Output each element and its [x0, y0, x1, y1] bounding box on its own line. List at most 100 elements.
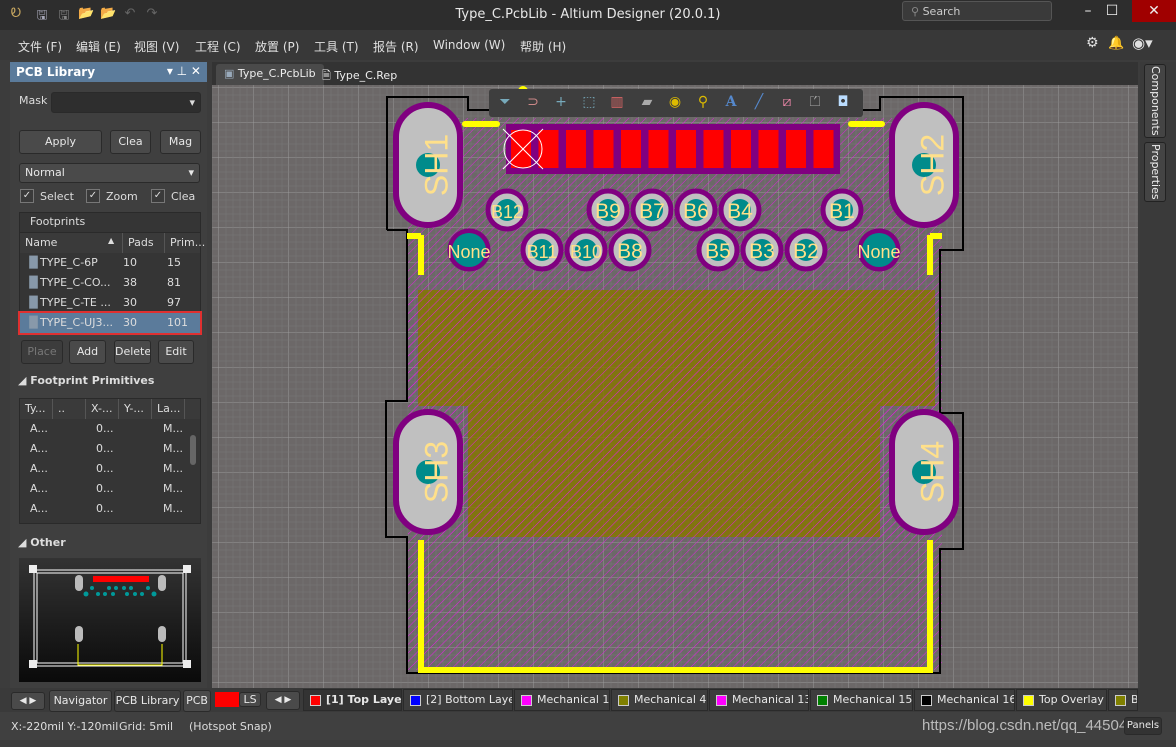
- layer-tab[interactable]: Mechanical 1: [514, 689, 610, 711]
- crosshair-icon[interactable]: +: [551, 94, 571, 112]
- panels-button[interactable]: Panels: [1124, 717, 1162, 735]
- tab-navigator[interactable]: Navigator: [49, 690, 112, 712]
- tab-type-c-pcblib[interactable]: ▣ Type_C.PcbLib: [216, 64, 324, 85]
- align-icon[interactable]: ▥: [607, 94, 627, 112]
- current-layer-color[interactable]: [215, 692, 239, 707]
- col-pads[interactable]: Pads: [123, 233, 165, 253]
- clear-button[interactable]: Clea: [110, 130, 151, 154]
- primitive-row[interactable]: A... 0... M...: [20, 419, 200, 439]
- footprint-pads: 10: [123, 256, 137, 269]
- filter-icon[interactable]: ⏷: [495, 94, 515, 112]
- tab-pcb-library[interactable]: PCB Library: [114, 690, 181, 712]
- layer-tab[interactable]: Mechanical 16: [914, 689, 1015, 711]
- pad-designator: B2: [793, 240, 819, 263]
- col-name[interactable]: ..: [53, 399, 86, 419]
- menu-file[interactable]: 文件 (F): [18, 38, 62, 55]
- pad-designator: SH2: [914, 134, 950, 196]
- menu-help[interactable]: 帮助 (H): [520, 38, 566, 55]
- footprint-row[interactable]: ▐▌ TYPE_C-CO... 38 81: [20, 273, 200, 293]
- menu-tools[interactable]: 工具 (T): [314, 38, 359, 55]
- checkbox[interactable]: ✓: [86, 189, 100, 203]
- magnify-button[interactable]: Mag: [160, 130, 201, 154]
- place-button[interactable]: Place: [21, 340, 63, 364]
- properties-panel-tab[interactable]: Properties: [1144, 142, 1166, 202]
- gear-icon[interactable]: ⚙: [1086, 35, 1099, 51]
- pad-designator: B6: [683, 200, 709, 223]
- pad-icon[interactable]: ◉: [665, 94, 685, 112]
- primitive-row[interactable]: A... 0... M...: [20, 479, 200, 499]
- cell: 0...: [96, 442, 114, 455]
- col-type[interactable]: Ty...: [20, 399, 53, 419]
- col-x[interactable]: X-...: [86, 399, 119, 419]
- menu-reports[interactable]: 报告 (R): [373, 38, 419, 55]
- col-primitives[interactable]: Prim...: [165, 233, 205, 253]
- primitive-row[interactable]: A... 0... M...: [20, 459, 200, 479]
- footprint-drawing[interactable]: SH1 SH2SH3 SH4B12 B9 B7 B6 B4 B1None B11 B10 B8 B5 B…: [212, 85, 1138, 688]
- layer-tab[interactable]: [2] Bottom Layer: [403, 689, 513, 711]
- search-input[interactable]: ⚲ Search: [902, 1, 1052, 21]
- snap-magnet-icon[interactable]: ⊃: [523, 94, 543, 112]
- component-icon[interactable]: ▰: [637, 94, 657, 112]
- primitives-section-header[interactable]: ◢ Footprint Primitives: [18, 374, 154, 387]
- layer-color-swatch: [716, 695, 727, 706]
- checkbox[interactable]: ✓: [151, 189, 165, 203]
- dimension-icon[interactable]: ⏍: [805, 94, 825, 112]
- pad-designator: None: [447, 242, 490, 262]
- select-rect-icon[interactable]: ⬚: [579, 94, 599, 112]
- interactive-route-icon[interactable]: ⧄: [777, 94, 797, 112]
- apply-button[interactable]: Apply: [19, 130, 102, 154]
- text-icon[interactable]: A: [721, 94, 741, 112]
- layer-tab[interactable]: Top Overlay: [1016, 689, 1107, 711]
- primitive-row[interactable]: A... 0... M...: [20, 439, 200, 459]
- grid-size: Grid: 5mil: [119, 720, 174, 733]
- layer-name: Mechanical 13: [732, 693, 809, 706]
- menu-view[interactable]: 视图 (V): [134, 38, 179, 55]
- delete-button[interactable]: Delete: [114, 340, 151, 364]
- edit-button[interactable]: Edit: [158, 340, 194, 364]
- other-section-header[interactable]: ◢ Other: [18, 536, 66, 549]
- document-icon: 🗎: [322, 69, 335, 82]
- panel-controls[interactable]: ▾ ⊥ ✕: [167, 64, 201, 78]
- pad-designator: SH3: [418, 441, 454, 503]
- footprint-row[interactable]: ▐▌ TYPE_C-TE ... 30 97: [20, 293, 200, 313]
- primitive-row[interactable]: A... 0... M...: [20, 499, 200, 519]
- layer-tab[interactable]: Mechanical 13: [709, 689, 809, 711]
- col-layer[interactable]: La...: [152, 399, 185, 419]
- footprint-row[interactable]: ▐▌ TYPE_C-UJ3... 30 101: [18, 311, 202, 335]
- mode-select[interactable]: Normal ▾: [19, 163, 200, 183]
- close-button[interactable]: ✕: [1132, 0, 1176, 22]
- pad-designator: B5: [705, 240, 731, 263]
- layer-tab[interactable]: B: [1108, 689, 1138, 711]
- layer-color-swatch: [618, 695, 629, 706]
- mask-input[interactable]: ▾: [51, 92, 201, 113]
- menu-edit[interactable]: 编辑 (E): [76, 38, 121, 55]
- panel-scroll-arrows[interactable]: ◀ ▶: [11, 692, 45, 710]
- menu-project[interactable]: 工程 (C): [195, 38, 241, 55]
- footprint-row[interactable]: ▐▌ TYPE_C-6P 10 15: [20, 253, 200, 273]
- tab-pcb[interactable]: PCB: [183, 690, 211, 712]
- pcb-canvas[interactable]: SH1 SH2 SH3 SH4 B12 B9 B7 B6 B4 B1 None B11 B10 B8 B5 B…: [212, 85, 1138, 688]
- right-panel-strip: Components Properties: [1140, 62, 1176, 688]
- bell-icon[interactable]: 🔔: [1108, 36, 1124, 51]
- cell: M...: [163, 422, 183, 435]
- menu-place[interactable]: 放置 (P): [255, 38, 299, 55]
- user-account-icon[interactable]: ◉▾: [1132, 34, 1153, 52]
- region-icon[interactable]: ◘: [833, 94, 853, 112]
- add-button[interactable]: Add: [69, 340, 106, 364]
- col-y[interactable]: Y-...: [119, 399, 152, 419]
- layer-tab[interactable]: Mechanical 4: [611, 689, 708, 711]
- checkbox[interactable]: ✓: [20, 189, 34, 203]
- layer-set-button[interactable]: LS: [239, 692, 261, 707]
- components-panel-tab[interactable]: Components: [1144, 64, 1166, 138]
- menu-window[interactable]: Window (W): [433, 38, 505, 52]
- via-icon[interactable]: ⚲: [693, 94, 713, 112]
- maximize-button[interactable]: ☐: [1090, 0, 1134, 22]
- scrollbar-thumb[interactable]: [190, 435, 196, 465]
- pad-designator: B11: [527, 242, 558, 262]
- line-icon[interactable]: ╱: [749, 94, 769, 112]
- layer-scroll-arrows[interactable]: ◀ ▶: [266, 691, 300, 710]
- tab-type-c-rep[interactable]: 🗎 Type_C.Rep: [314, 64, 405, 85]
- layer-tab[interactable]: [1] Top Layer: [303, 689, 402, 711]
- layer-tab[interactable]: Mechanical 15: [810, 689, 913, 711]
- sort-asc-icon: ▲: [108, 236, 115, 245]
